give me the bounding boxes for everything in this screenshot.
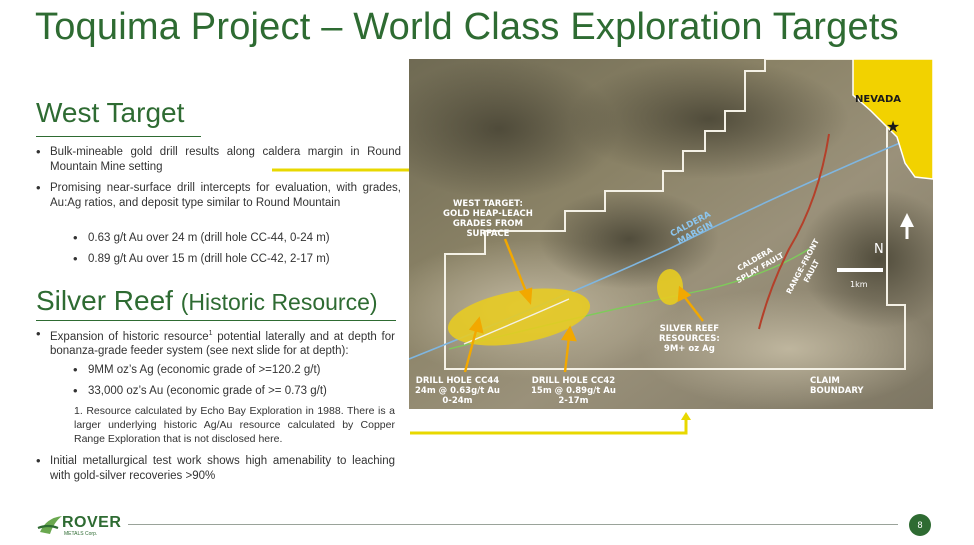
terrain-shade (569, 59, 849, 179)
cc42-label: DRILL HOLE CC42 15m @ 0.89g/t Au 2-17m (531, 376, 616, 406)
silver-callout-arrowhead (681, 412, 691, 420)
page-number: 8 (909, 514, 931, 536)
silver-callout-arrow (410, 417, 688, 435)
nevada-label: NEVADA (855, 94, 902, 105)
nevada-star-icon: ★ (886, 117, 900, 136)
rover-logo-text: ROVER (62, 514, 122, 531)
claim-boundary-label-line: CLAIM (810, 376, 840, 386)
claim-boundary-label-line: BOUNDARY (810, 386, 864, 396)
satellite-map: ★ NEVADA N 1km WEST TARGET: GOLD HEAP-LE… (409, 59, 933, 409)
rover-logo-subtext: METALS Corp. (64, 531, 98, 537)
cc44-label-line: 24m @ 0.63g/t Au (415, 386, 500, 396)
cc44-label-line: 0-24m (442, 396, 473, 406)
silver-reef-label-line: RESOURCES: (659, 334, 720, 344)
cc42-label-line: 15m @ 0.89g/t Au (531, 386, 616, 396)
cc44-label: DRILL HOLE CC44 24m @ 0.63g/t Au 0-24m (415, 376, 500, 406)
cc44-label-line: DRILL HOLE CC44 (415, 376, 500, 386)
silver-reef-label-line: SILVER REEF (659, 324, 720, 334)
west-target-label: WEST TARGET: GOLD HEAP-LEACH GRADES FROM… (443, 199, 533, 239)
silver-reef-label-line: 9M+ oz Ag (663, 344, 715, 354)
claim-boundary-label: CLAIM BOUNDARY (810, 376, 864, 396)
logo-leaf (40, 516, 62, 534)
scale-label: 1km (850, 280, 868, 289)
silver-reef-label: SILVER REEF RESOURCES: 9M+ oz Ag (659, 324, 720, 354)
west-target-label-line: WEST TARGET: (453, 199, 523, 209)
north-label: N (874, 242, 884, 257)
footer-rule (128, 524, 898, 525)
scale-bar (837, 268, 883, 272)
cc42-label-line: 2-17m (558, 396, 589, 406)
west-target-label-line: SURFACE (466, 229, 510, 239)
west-target-label-line: GRADES FROM (452, 219, 523, 229)
cc42-label-line: DRILL HOLE CC42 (531, 376, 616, 386)
west-target-label-line: GOLD HEAP-LEACH (443, 209, 533, 219)
